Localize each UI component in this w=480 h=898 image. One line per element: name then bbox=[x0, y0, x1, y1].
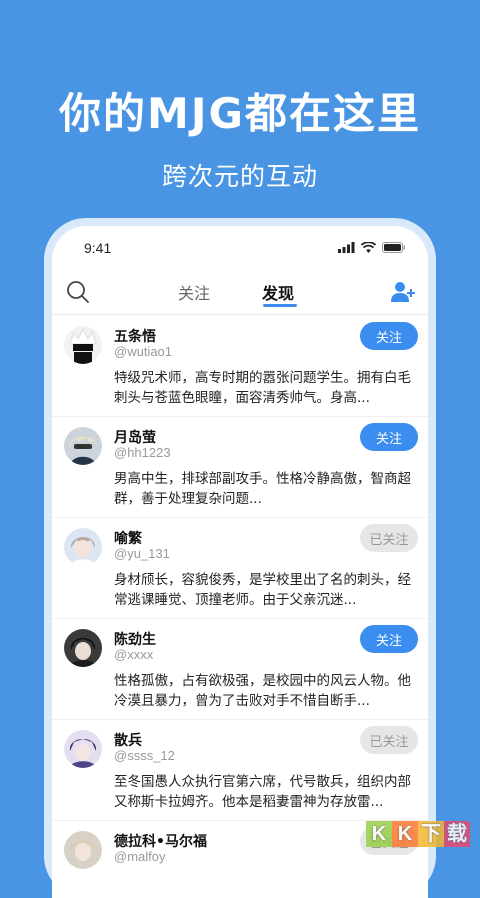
user-bio: 性格孤傲，占有欲极强，是校园中的风云人物。他冷漠且暴力，曾为了击败对手不惜自断手… bbox=[114, 673, 411, 709]
user-handle: @xxxx bbox=[114, 647, 154, 662]
user-name: 五条悟 bbox=[114, 329, 156, 345]
avatar[interactable] bbox=[64, 831, 102, 869]
user-bio: 特级咒术师，高专时期的嚣张问题学生。拥有白毛刺头与苍蓝色眼瞳，面容清秀帅气。身高… bbox=[114, 370, 411, 406]
user-card[interactable]: 五条悟 @wutiao1 关注 特级咒术师，高专时期的嚣张问题学生。拥有白毛刺头… bbox=[52, 316, 428, 417]
status-icons bbox=[338, 242, 406, 253]
avatar[interactable] bbox=[64, 629, 102, 667]
status-time: 9:41 bbox=[84, 240, 112, 256]
user-handle: @ssss_12 bbox=[114, 748, 175, 763]
top-nav: 关注 发现 bbox=[52, 274, 428, 315]
phone-mockup: 9:41 关注 发现 五条悟 @wutiao1 关注 特级咒术师，高专时期的嚣张… bbox=[44, 218, 436, 898]
user-card[interactable]: 陈劲生 @xxxx 关注 性格孤傲，占有欲极强，是校园中的风云人物。他冷漠且暴力… bbox=[52, 619, 428, 720]
promo-headline: 你的MJG都在这里 bbox=[59, 89, 421, 138]
wifi-icon bbox=[361, 242, 376, 253]
signal-icon bbox=[338, 242, 355, 253]
user-card[interactable]: 月岛萤 @hh1223 关注 男高中生，排球部副攻手。性格冷静高傲，智商超群，善… bbox=[52, 417, 428, 518]
active-tab-indicator bbox=[263, 304, 297, 307]
user-handle: @hh1223 bbox=[114, 445, 171, 460]
user-list: 五条悟 @wutiao1 关注 特级咒术师，高专时期的嚣张问题学生。拥有白毛刺头… bbox=[52, 316, 428, 898]
avatar[interactable] bbox=[64, 326, 102, 364]
user-card[interactable]: 喻繁 @yu_131 已关注 身材颀长，容貌俊秀，是学校里出了名的刺头，经常逃课… bbox=[52, 518, 428, 619]
user-name: 陈劲生 bbox=[114, 632, 156, 648]
tab-follow[interactable]: 关注 bbox=[178, 280, 210, 304]
search-icon[interactable] bbox=[66, 280, 90, 304]
add-user-icon[interactable] bbox=[390, 280, 416, 304]
user-handle: @wutiao1 bbox=[114, 344, 173, 359]
follow-button[interactable]: 关注 bbox=[360, 322, 418, 350]
user-bio: 身材颀长，容貌俊秀，是学校里出了名的刺头，经常逃课睡觉、顶撞老师。由于父亲沉迷.… bbox=[114, 572, 411, 608]
user-name: 散兵 bbox=[114, 733, 142, 749]
follow-button[interactable]: 关注 bbox=[360, 625, 418, 653]
user-name: 喻繁 bbox=[114, 531, 142, 547]
status-bar: 9:41 bbox=[52, 226, 428, 270]
promo-subline: 跨次元的互动 bbox=[161, 162, 318, 191]
user-handle: @malfoy bbox=[114, 849, 166, 864]
avatar[interactable] bbox=[64, 427, 102, 465]
app-screen: 9:41 关注 发现 五条悟 @wutiao1 关注 特级咒术师，高专时期的嚣张… bbox=[52, 226, 428, 898]
avatar[interactable] bbox=[64, 528, 102, 566]
user-name: 月岛萤 bbox=[114, 430, 156, 446]
battery-icon bbox=[382, 242, 405, 253]
tab-discover[interactable]: 发现 bbox=[262, 280, 294, 304]
user-bio: 男高中生，排球部副攻手。性格冷静高傲，智商超群，善于处理复杂问题... bbox=[114, 471, 411, 507]
follow-button[interactable]: 关注 bbox=[360, 423, 418, 451]
followed-button[interactable]: 已关注 bbox=[360, 524, 418, 552]
user-bio: 至冬国愚人众执行官第六席，代号散兵，组织内部又称斯卡拉姆齐。他本是稻妻雷神为存放… bbox=[114, 774, 411, 810]
avatar[interactable] bbox=[64, 730, 102, 768]
user-handle: @yu_131 bbox=[114, 546, 170, 561]
followed-button[interactable]: 已关注 bbox=[360, 726, 418, 754]
user-card[interactable]: 散兵 @ssss_12 已关注 至冬国愚人众执行官第六席，代号散兵，组织内部又称… bbox=[52, 720, 428, 821]
watermark-logo: KK下载 bbox=[366, 821, 470, 847]
user-name: 德拉科•马尔福 bbox=[114, 834, 207, 850]
